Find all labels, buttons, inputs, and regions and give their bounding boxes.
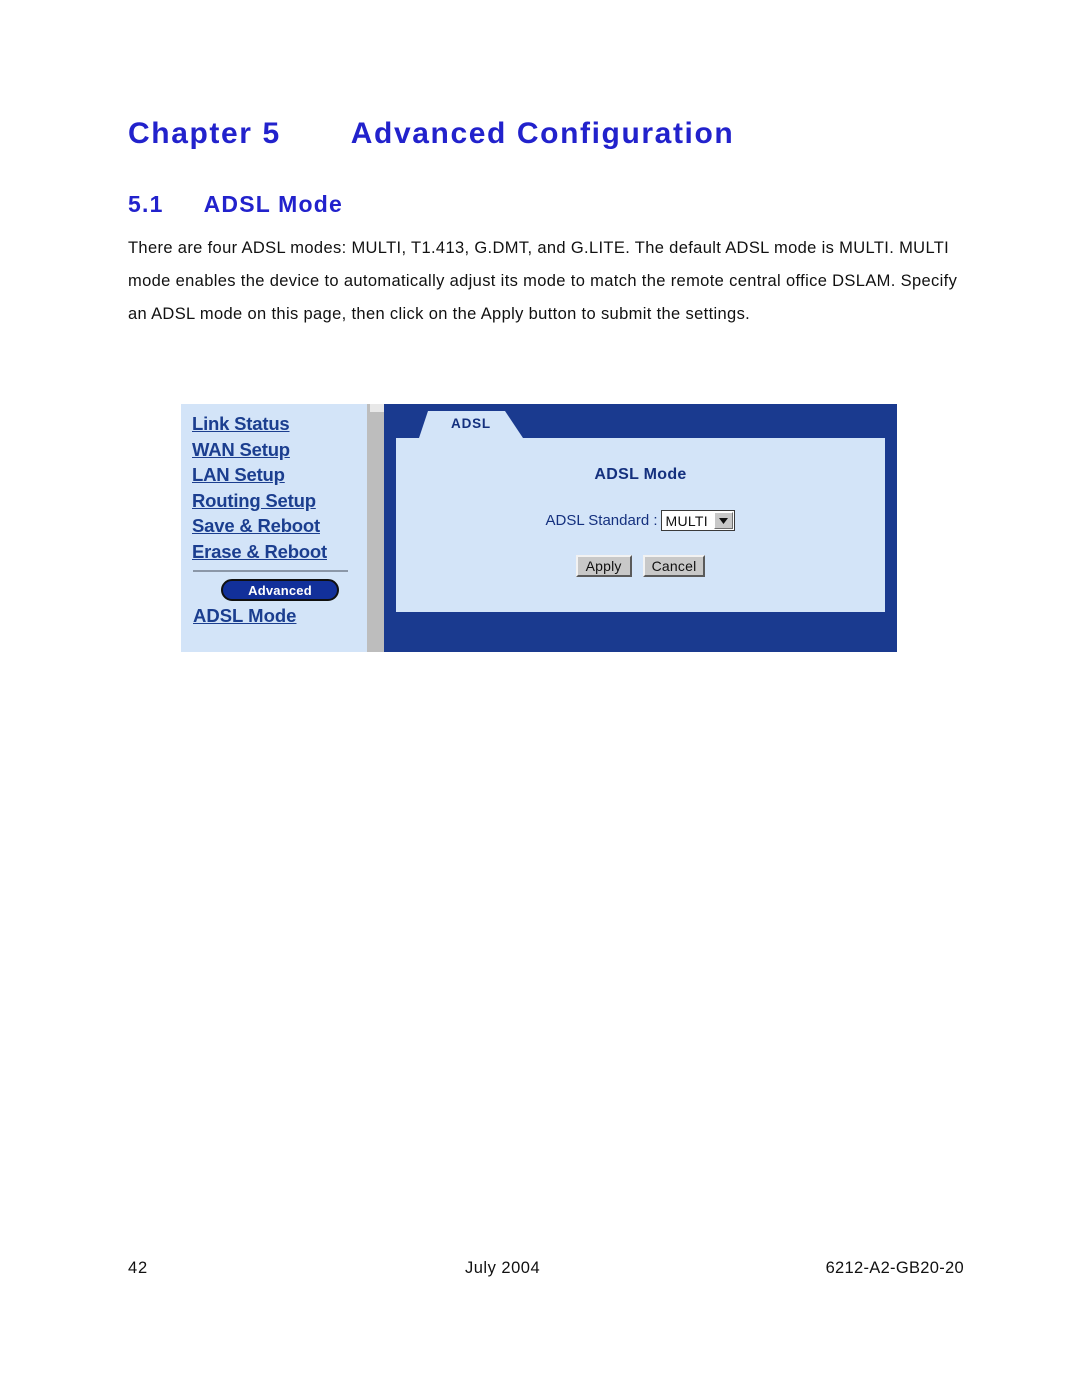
vertical-scrollbar[interactable] [364, 404, 384, 652]
adsl-standard-field-row: ADSL Standard : MULTI [396, 510, 885, 531]
sidebar-item-erase-and-reboot[interactable]: Erase & Reboot [192, 539, 364, 565]
adsl-mode-card: ADSL Mode ADSL Standard : MULTI Apply Ca… [396, 438, 885, 612]
chevron-down-icon[interactable] [713, 512, 733, 529]
scrollbar-thumb[interactable] [370, 404, 384, 412]
advanced-button[interactable]: Advanced [221, 579, 339, 601]
document-page: Chapter 5 Advanced Configuration 5.1 ADSL … [0, 0, 1080, 1397]
sidebar-item-wan-setup[interactable]: WAN Setup [192, 437, 364, 463]
sidebar-item-lan-setup[interactable]: LAN Setup [192, 462, 364, 488]
page-footer: 42 July 2004 6212-A2-GB20-20 [128, 1259, 964, 1281]
body-paragraph: There are four ADSL modes: MULTI, T1.413… [128, 239, 958, 323]
tab-adsl[interactable]: ADSL [419, 411, 523, 438]
sidebar-divider [193, 570, 348, 572]
adsl-standard-select[interactable]: MULTI [660, 510, 736, 531]
router-main-panel: ADSL ADSL Mode ADSL Standard : MULTI App… [384, 404, 897, 652]
section-number: 5.1 [128, 191, 164, 217]
adsl-standard-selected-value: MULTI [665, 512, 708, 529]
tab-row: ADSL [384, 404, 897, 438]
chapter-number: Chapter 5 [128, 117, 281, 150]
card-title: ADSL Mode [594, 466, 687, 483]
form-buttons: Apply Cancel [396, 555, 885, 577]
adsl-standard-label: ADSL Standard : [545, 512, 658, 529]
tab-adsl-label: ADSL [451, 416, 491, 431]
footer-page-number: 42 [128, 1259, 148, 1277]
footer-date: July 2004 [465, 1259, 541, 1277]
chapter-title: Advanced Configuration [350, 117, 735, 150]
sidebar-item-link-status[interactable]: Link Status [192, 411, 364, 437]
cancel-button[interactable]: Cancel [642, 555, 706, 577]
embedded-router-ui-screenshot: Link Status WAN Setup LAN Setup Routing … [181, 404, 897, 652]
footer-document-id: 6212-A2-GB20-20 [825, 1259, 964, 1277]
section-heading: 5.1 ADSL Mode [128, 191, 343, 218]
sidebar-item-routing-setup[interactable]: Routing Setup [192, 488, 364, 514]
apply-button[interactable]: Apply [575, 555, 632, 577]
sidebar-item-save-and-reboot[interactable]: Save & Reboot [192, 513, 364, 539]
router-sidebar: Link Status WAN Setup LAN Setup Routing … [181, 404, 364, 652]
section-title: ADSL Mode [203, 191, 344, 217]
sidebar-item-adsl-mode[interactable]: ADSL Mode [193, 604, 364, 628]
chapter-heading: Chapter 5 Advanced Configuration [128, 117, 948, 151]
